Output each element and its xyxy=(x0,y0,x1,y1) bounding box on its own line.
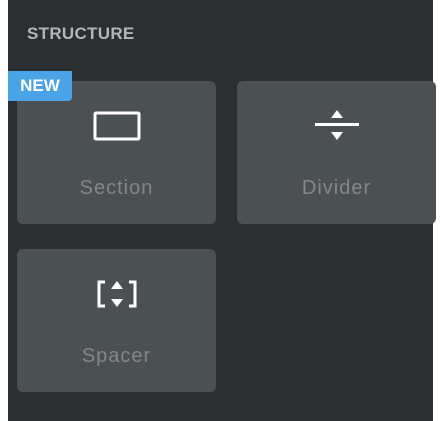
divider-icon xyxy=(314,110,359,140)
spacer-icon xyxy=(97,280,136,308)
section-label: Section xyxy=(79,177,154,199)
section-rectangle-icon xyxy=(93,111,140,141)
panel-title: STRUCTURE xyxy=(27,24,135,43)
divider-tile[interactable]: Divider xyxy=(237,81,436,224)
spacer-label: Spacer xyxy=(81,345,152,367)
section-tile[interactable]: Section xyxy=(17,81,216,224)
new-badge: NEW xyxy=(8,71,72,101)
divider-label: Divider xyxy=(301,177,372,199)
spacer-tile[interactable]: Spacer xyxy=(17,249,216,392)
